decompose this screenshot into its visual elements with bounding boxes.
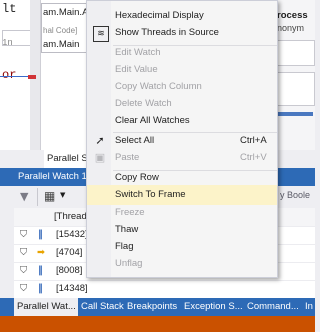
pause-icon: ‖ [38,229,43,240]
columns-icon[interactable]: ▦ [44,189,55,203]
filter-icon[interactable]: ▼ [20,190,28,203]
code-editor[interactable]: lt 1n or [0,0,40,150]
parallel-stacks-panel: am.Main.Ar hal Code] am.Main [40,0,92,150]
process-header: rocess [277,10,308,21]
menu-item-switch-to-frame[interactable]: Switch To Frame [87,185,277,205]
tab-immediate[interactable]: In [302,298,320,316]
chevron-down-icon[interactable]: ▼ [60,191,65,199]
flag-icon[interactable]: ⛉ [20,262,27,280]
pause-icon: ‖ [38,283,43,294]
current-thread-arrow-icon: ➡ [37,247,45,258]
code-line: lt [2,2,17,16]
menu-item-paste[interactable]: ▣ Paste Ctrl+V [87,148,277,168]
cursor-icon: ➚ [95,134,105,147]
tab-exception-settings[interactable]: Exception S... [181,298,247,316]
thread-id: [15432] [56,229,88,240]
tab-parallel-watch[interactable]: Parallel Wat... [14,298,78,316]
menu-item-show-threads-in-source[interactable]: ≋ Show Threads in Source [87,23,277,43]
current-line-indicator [0,76,28,77]
window-title: Parallel Watch 1 - [18,171,93,182]
row-gutter [0,208,14,298]
code-line: or [2,68,17,82]
column-header-thread[interactable]: [Thread [54,208,87,226]
breakpoint-marker [28,75,36,79]
table-row[interactable]: ⛉ ‖ [14348] [0,280,315,299]
paste-icon: ▣ [94,151,106,164]
flag-icon[interactable]: ⛉ [20,226,27,244]
threads-in-source-icon: ≋ [93,26,109,42]
thread-id: [8008] [56,265,83,276]
search-input[interactable]: y Boole [280,190,310,200]
thread-id: [4704] [56,247,83,258]
context-menu: Hexadecimal Display ≋ Show Threads in So… [86,0,278,278]
tab-call-stack[interactable]: Call Stack [78,298,130,316]
process-subtext: nonym [277,23,305,33]
flag-icon[interactable]: ⛉ [20,244,27,262]
toolbar-divider [37,188,38,206]
process-cell [277,72,315,106]
pause-icon: ‖ [38,265,43,276]
bottom-tab-strip: Parallel Wat... Call Stack Breakpoints E… [0,298,315,316]
menu-item-clear-all-watches[interactable]: Clear All Watches [87,111,277,131]
stack-frame-box [41,3,89,53]
tab-breakpoints[interactable]: Breakpoints [124,298,182,316]
status-bar [0,316,315,332]
process-cell [277,40,315,66]
progress-strip [277,112,313,116]
menu-item-unflag[interactable]: Unflag [87,254,277,274]
tab-command-window[interactable]: Command... [244,298,304,316]
thread-id: [14348] [56,283,88,294]
flag-icon[interactable]: ⛉ [20,280,27,298]
